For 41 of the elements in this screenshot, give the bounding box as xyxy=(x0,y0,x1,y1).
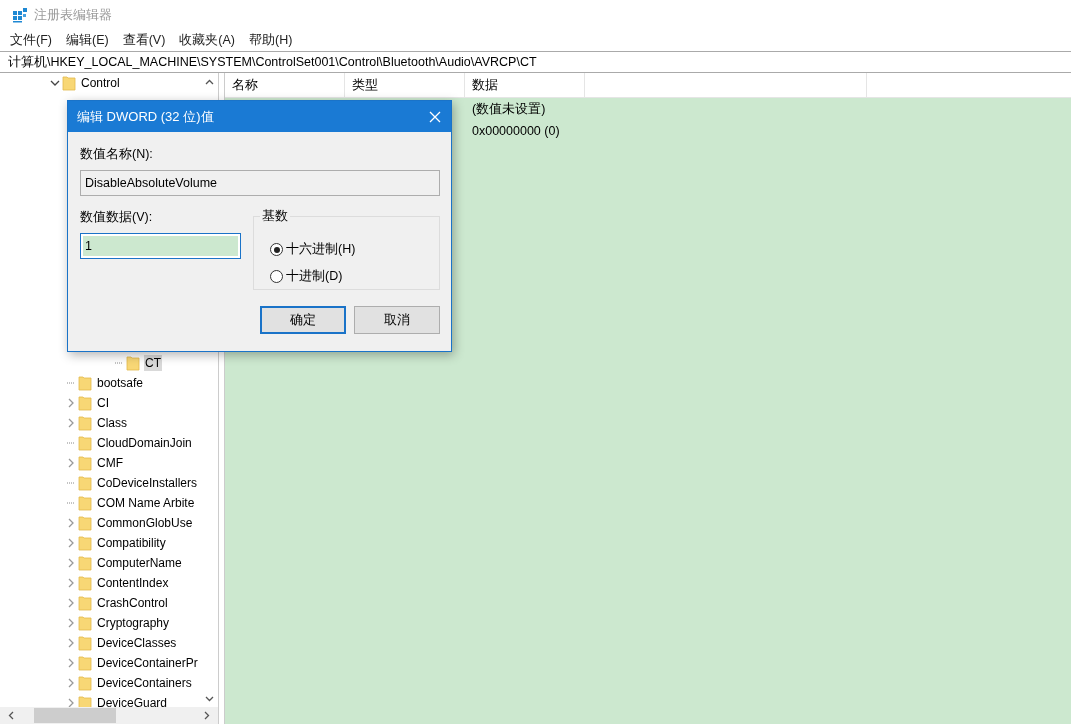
tree-item[interactable]: DeviceClasses xyxy=(96,635,178,651)
menu-item[interactable]: 查看(V) xyxy=(122,31,166,49)
tree-item[interactable]: Cryptography xyxy=(96,615,171,631)
tree-item[interactable]: CoDeviceInstallers xyxy=(96,475,199,491)
column-header[interactable]: 类型 xyxy=(345,73,465,97)
dialog-title: 编辑 DWORD (32 位)值 xyxy=(77,107,214,126)
radio-label[interactable]: 十进制(D) xyxy=(286,268,343,285)
tree-item[interactable]: bootsafe xyxy=(96,375,145,391)
tree-item[interactable]: Control xyxy=(80,75,121,91)
window-title: 注册表编辑器 xyxy=(34,6,112,24)
table-cell-text: 0x00000000 (0) xyxy=(471,123,560,138)
menu-item[interactable]: 编辑(E) xyxy=(65,31,109,49)
ok-button[interactable]: 确定 xyxy=(260,306,346,334)
table-cell-text: (数值未设置) xyxy=(471,101,546,118)
tree-item[interactable]: ComputerName xyxy=(96,555,183,571)
tree-item[interactable]: Compatibility xyxy=(96,535,167,551)
tree-item[interactable]: DeviceGuard xyxy=(96,695,169,707)
field-label: 数值数据(V): xyxy=(80,209,153,226)
menu-item[interactable]: 帮助(H) xyxy=(249,31,293,49)
tree-item[interactable]: CloudDomainJoin xyxy=(96,435,193,451)
cancel-button[interactable]: 取消 xyxy=(354,306,440,334)
column-header[interactable]: 数据 xyxy=(465,73,585,97)
tree-item[interactable]: ContentIndex xyxy=(96,575,170,591)
tree-item[interactable]: DeviceContainerPr xyxy=(96,655,199,671)
field-label: 数值名称(N): xyxy=(80,146,153,163)
tree-item[interactable]: CrashControl xyxy=(96,595,169,611)
tree-item[interactable]: DeviceContainers xyxy=(96,675,193,691)
value-data-field[interactable]: 1 xyxy=(80,233,241,259)
tree-item[interactable]: Class xyxy=(96,415,128,431)
group-label: 基数 xyxy=(260,208,290,225)
value-name-field[interactable]: DisableAbsoluteVolume xyxy=(80,170,440,196)
tree-item[interactable]: CT xyxy=(144,355,162,371)
tree-item[interactable]: COM Name Arbite xyxy=(96,495,196,511)
tree-item[interactable]: CI xyxy=(96,395,110,411)
menu-item[interactable]: 收藏夹(A) xyxy=(179,31,235,49)
address-bar[interactable]: 计算机\HKEY_LOCAL_MACHINE\SYSTEM\ControlSet001\Control\Bluetooth\Audio\AVRCP\CT xyxy=(0,51,1071,73)
column-header[interactable]: 名称 xyxy=(225,73,345,97)
radio-label[interactable]: 十六进制(H) xyxy=(286,241,356,258)
tree-item[interactable]: CommonGlobUse xyxy=(96,515,194,531)
menu-item[interactable]: 文件(F) xyxy=(10,31,52,49)
tree-item[interactable]: CMF xyxy=(96,455,124,471)
